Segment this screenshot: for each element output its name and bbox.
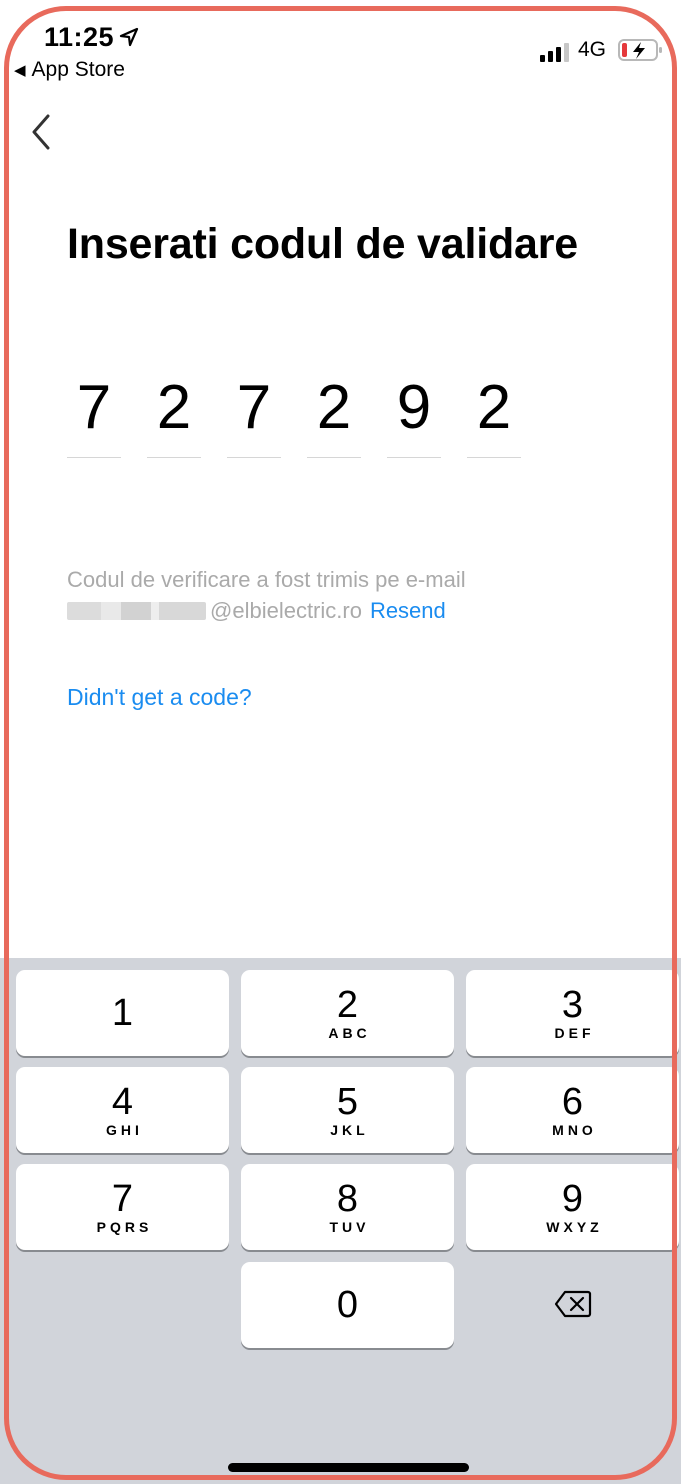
key-1[interactable]: 1	[16, 970, 229, 1056]
home-indicator[interactable]	[228, 1463, 469, 1472]
masked-email-user	[67, 602, 206, 620]
key-number: 3	[561, 984, 584, 1026]
info-line: Codul de verificare a fost trimis pe e-m…	[67, 567, 466, 592]
key-letters: TUV	[329, 1219, 370, 1235]
key-letters: MNO	[552, 1122, 597, 1138]
key-number: 2	[336, 984, 359, 1026]
code-digit[interactable]: 2	[147, 366, 201, 458]
back-chevron-icon[interactable]	[28, 112, 54, 152]
key-2[interactable]: 2 ABC	[241, 970, 454, 1056]
key-9[interactable]: 9 WXYZ	[466, 1164, 679, 1250]
battery-charging-icon	[618, 39, 662, 61]
key-4[interactable]: 4 GHI	[16, 1067, 229, 1153]
code-digit[interactable]: 9	[387, 366, 441, 458]
key-number: 8	[336, 1178, 359, 1220]
email-line: @elbielectric.ro Resend	[67, 595, 466, 626]
code-digit[interactable]: 2	[467, 366, 521, 458]
email-domain: @elbielectric.ro	[210, 598, 362, 623]
key-number: 7	[111, 1178, 134, 1220]
delete-key[interactable]	[466, 1262, 679, 1348]
key-number: 0	[336, 1284, 359, 1326]
code-digit[interactable]: 2	[307, 366, 361, 458]
key-number: 1	[111, 992, 134, 1034]
code-digit[interactable]: 7	[67, 366, 121, 458]
code-input[interactable]: 7 2 7 2 9 2	[67, 366, 521, 458]
key-number: 4	[111, 1081, 134, 1123]
back-triangle-icon: ◀	[14, 62, 26, 79]
phone-screen: 11:25 ◀ App Store 4G Inserati codul de va…	[0, 0, 681, 1484]
key-6[interactable]: 6 MNO	[466, 1067, 679, 1153]
network-type: 4G	[578, 38, 607, 61]
key-letters: GHI	[106, 1122, 143, 1138]
key-number: 5	[336, 1081, 359, 1123]
key-letters: JKL	[330, 1122, 369, 1138]
page-title: Inserati codul de validare	[67, 220, 578, 268]
key-letters: DEF	[554, 1025, 595, 1041]
code-digit[interactable]: 7	[227, 366, 281, 458]
didnt-get-code-link[interactable]: Didn't get a code?	[67, 684, 252, 711]
location-arrow-icon	[119, 27, 139, 47]
key-3[interactable]: 3 DEF	[466, 970, 679, 1056]
key-5[interactable]: 5 JKL	[241, 1067, 454, 1153]
back-to-app-label: App Store	[31, 58, 125, 81]
key-letters: PQRS	[96, 1219, 153, 1235]
verification-info: Codul de verificare a fost trimis pe e-m…	[67, 564, 466, 626]
back-to-app-store[interactable]: ◀ App Store	[14, 58, 125, 82]
key-number: 6	[561, 1081, 584, 1123]
signal-icon	[540, 43, 569, 62]
numeric-keypad: 1 2 ABC 3 DEF 4 GHI 5 JKL 6 MNO 7 PQRS 8…	[0, 958, 681, 1484]
key-8[interactable]: 8 TUV	[241, 1164, 454, 1250]
key-letters: WXYZ	[546, 1219, 603, 1235]
backspace-icon	[554, 1290, 592, 1318]
key-letters: ABC	[328, 1025, 371, 1041]
key-0[interactable]: 0	[241, 1262, 454, 1348]
key-number: 9	[561, 1178, 584, 1220]
resend-link[interactable]: Resend	[370, 598, 446, 623]
status-time: 11:25	[44, 22, 115, 52]
key-7[interactable]: 7 PQRS	[16, 1164, 229, 1250]
